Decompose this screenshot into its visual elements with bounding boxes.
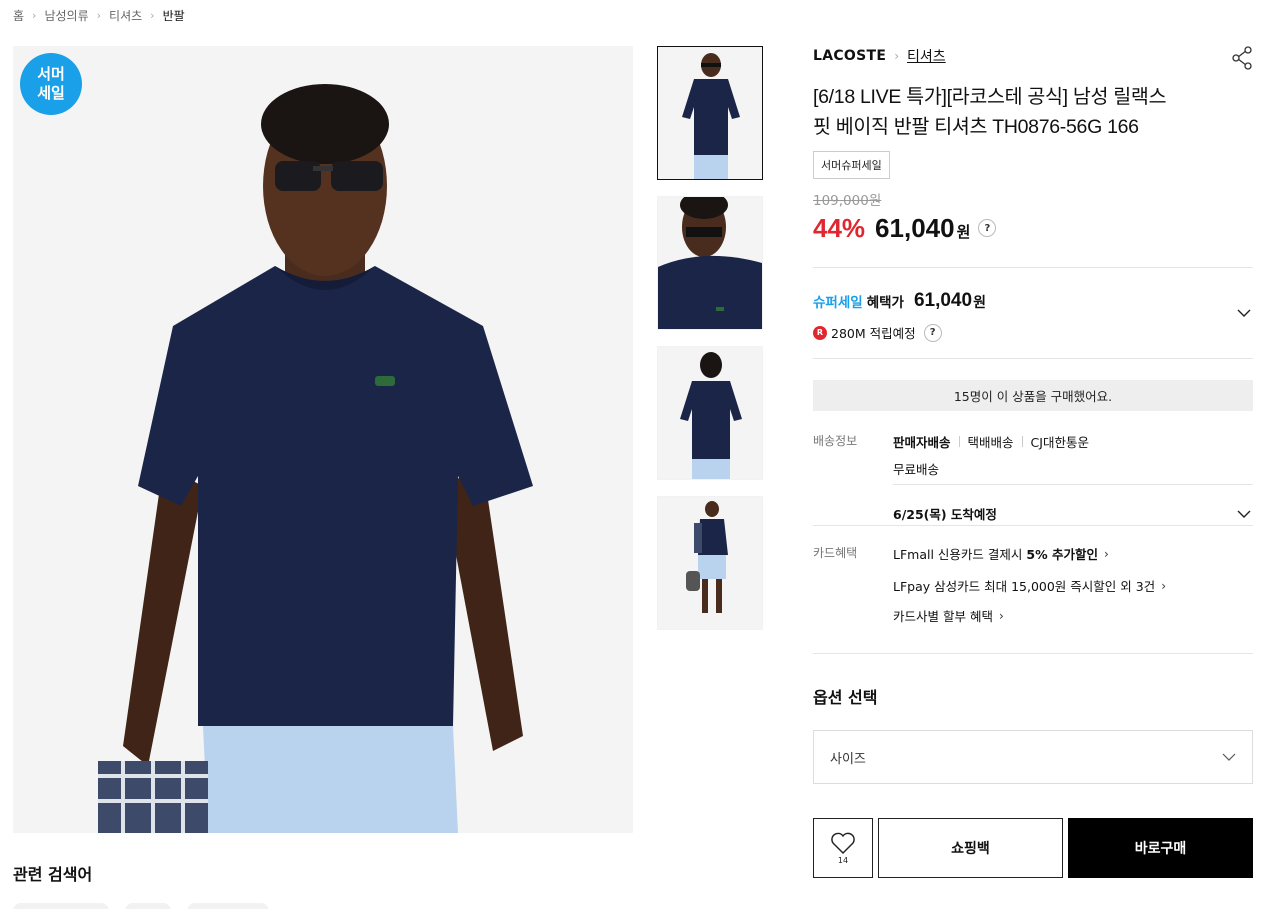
badge-line1: 서머 bbox=[37, 65, 65, 84]
thumbnail-list bbox=[657, 46, 763, 646]
points-help-icon[interactable]: ? bbox=[923, 323, 942, 342]
price-help-icon[interactable]: ? bbox=[978, 219, 997, 237]
divider bbox=[1021, 436, 1023, 447]
wishlist-button[interactable]: 14 bbox=[813, 818, 873, 878]
benefit-price-unit: 원 bbox=[973, 295, 986, 311]
chevron-right-icon: › bbox=[1103, 546, 1109, 561]
super-sale-label: 슈퍼세일 bbox=[813, 294, 863, 311]
model-photo bbox=[13, 46, 633, 833]
benefit-price-label: 혜택가 bbox=[866, 294, 904, 311]
product-info-panel: LACOSTE › 티셔츠 [6/18 LIVE 특가][라코스테 공식] 남성… bbox=[813, 46, 1253, 784]
chevron-right-icon: › bbox=[32, 9, 37, 22]
chevron-right-icon: › bbox=[894, 49, 900, 63]
size-select-placeholder: 사이즈 bbox=[830, 751, 866, 767]
thumbnail-front[interactable] bbox=[657, 46, 763, 180]
card-benefit-label: 카드혜택 bbox=[813, 546, 858, 560]
option-title: 옵션 선택 bbox=[813, 688, 878, 707]
benefit-price: 61,040 bbox=[913, 289, 973, 311]
breadcrumb-home[interactable]: 홈 bbox=[13, 7, 24, 24]
reward-point-icon: R bbox=[813, 325, 827, 340]
original-price: 109,000원 bbox=[813, 193, 882, 209]
category-link[interactable]: 티셔츠 bbox=[907, 46, 946, 66]
related-searches-title: 관련 검색어 bbox=[13, 865, 93, 884]
size-select[interactable]: 사이즈 bbox=[813, 730, 1253, 784]
product-title: [6/18 LIVE 특가][라코스테 공식] 남성 릴랙스 핏 베이직 반팔 … bbox=[813, 82, 1253, 142]
shipping-label: 배송정보 bbox=[813, 434, 858, 448]
related-search-chips bbox=[13, 903, 269, 909]
add-to-bag-button[interactable]: 쇼핑백 bbox=[878, 818, 1063, 878]
related-search-chip[interactable] bbox=[13, 903, 109, 909]
action-buttons: 14 쇼핑백 바로구매 bbox=[813, 818, 1253, 878]
chevron-down-icon[interactable] bbox=[1237, 507, 1251, 521]
price-unit: 원 bbox=[956, 222, 971, 241]
breadcrumb-tshirts[interactable]: 티셔츠 bbox=[109, 7, 142, 24]
thumbnail-back[interactable] bbox=[657, 346, 763, 480]
product-title-line1: [6/18 LIVE 특가][라코스테 공식] 남성 릴랙스 bbox=[813, 86, 1167, 108]
heart-icon bbox=[831, 832, 855, 854]
brand-name[interactable]: LACOSTE bbox=[813, 48, 886, 64]
buy-now-button[interactable]: 바로구매 bbox=[1068, 818, 1253, 878]
shipping-carrier: CJ대한통운 bbox=[1030, 435, 1089, 450]
card-benefit-item[interactable]: LFpay 삼성카드 최대 15,000원 즉시할인 외 3건 › bbox=[893, 576, 1166, 595]
chevron-right-icon: › bbox=[998, 608, 1004, 623]
divider bbox=[958, 436, 960, 447]
price-row: 44% 61,040 원 ? bbox=[813, 211, 1253, 245]
wishlist-count: 14 bbox=[837, 855, 849, 865]
product-title-line2: 핏 베이직 반팔 티셔츠 TH0876-56G 166 bbox=[813, 116, 1139, 138]
chevron-down-icon[interactable] bbox=[1237, 306, 1251, 320]
card-benefit-item[interactable]: 카드사별 할부 혜택 › bbox=[893, 606, 1004, 625]
brand-row: LACOSTE › 티셔츠 bbox=[813, 46, 1253, 66]
benefit-section[interactable]: 슈퍼세일 혜택가 61,040 원 R 280M 적립예정 ? bbox=[813, 268, 1253, 358]
sale-price: 61,040 bbox=[875, 212, 955, 243]
arrival-date[interactable]: 6/25(목) 도착예정 bbox=[893, 504, 997, 523]
card-benefits: 카드혜택 LFmall 신용카드 결제시 5% 추가할인 › LFpay 삼성카… bbox=[813, 526, 1253, 653]
thumbnail-closeup[interactable] bbox=[657, 196, 763, 330]
card-benefit-text: 카드사별 할부 혜택 bbox=[893, 609, 993, 624]
discount-rate: 44% bbox=[813, 212, 866, 243]
promo-tag: 서머슈퍼세일 bbox=[813, 151, 890, 179]
breadcrumb-short-sleeve[interactable]: 반팔 bbox=[163, 7, 185, 24]
card-benefit-highlight: 5% 추가할인 bbox=[1026, 547, 1098, 562]
divider bbox=[813, 358, 1253, 359]
buyers-notice: 15명이 이 상품을 구매했어요. bbox=[813, 380, 1253, 411]
card-benefit-text: LFpay 삼성카드 최대 15,000원 즉시할인 외 3건 bbox=[893, 579, 1156, 594]
breadcrumb-mens-clothing[interactable]: 남성의류 bbox=[44, 7, 88, 24]
card-benefit-text: LFmall 신용카드 결제시 bbox=[893, 547, 1023, 562]
divider bbox=[893, 484, 1253, 485]
share-icon[interactable] bbox=[1231, 46, 1253, 70]
chevron-right-icon: › bbox=[150, 9, 155, 22]
related-search-chip[interactable] bbox=[125, 903, 171, 909]
chevron-right-icon: › bbox=[96, 9, 102, 22]
summer-sale-badge: 서머 세일 bbox=[20, 53, 82, 115]
badge-line2: 세일 bbox=[37, 84, 65, 102]
main-product-image[interactable]: 서머 세일 bbox=[13, 46, 633, 833]
chevron-right-icon: › bbox=[1161, 578, 1166, 593]
chevron-down-icon bbox=[1222, 753, 1236, 761]
breadcrumb: 홈 › 남성의류 › 티셔츠 › 반팔 bbox=[13, 7, 185, 24]
shipping-method: 택배배송 bbox=[967, 435, 1014, 450]
card-benefit-item[interactable]: LFmall 신용카드 결제시 5% 추가할인 › bbox=[893, 544, 1109, 563]
related-search-chip[interactable] bbox=[187, 903, 269, 909]
shipping-type: 판매자배송 bbox=[893, 435, 951, 450]
shipping-info: 배송정보 판매자배송 택배배송 CJ대한통운 무료배송 6/25(목) 도착예정 bbox=[813, 421, 1253, 525]
shipping-fee: 무료배송 bbox=[893, 462, 940, 477]
thumbnail-full-body[interactable] bbox=[657, 496, 763, 630]
divider bbox=[813, 653, 1253, 654]
points-text: 280M 적립예정 bbox=[831, 326, 916, 341]
points-row: R 280M 적립예정 ? bbox=[813, 323, 942, 342]
